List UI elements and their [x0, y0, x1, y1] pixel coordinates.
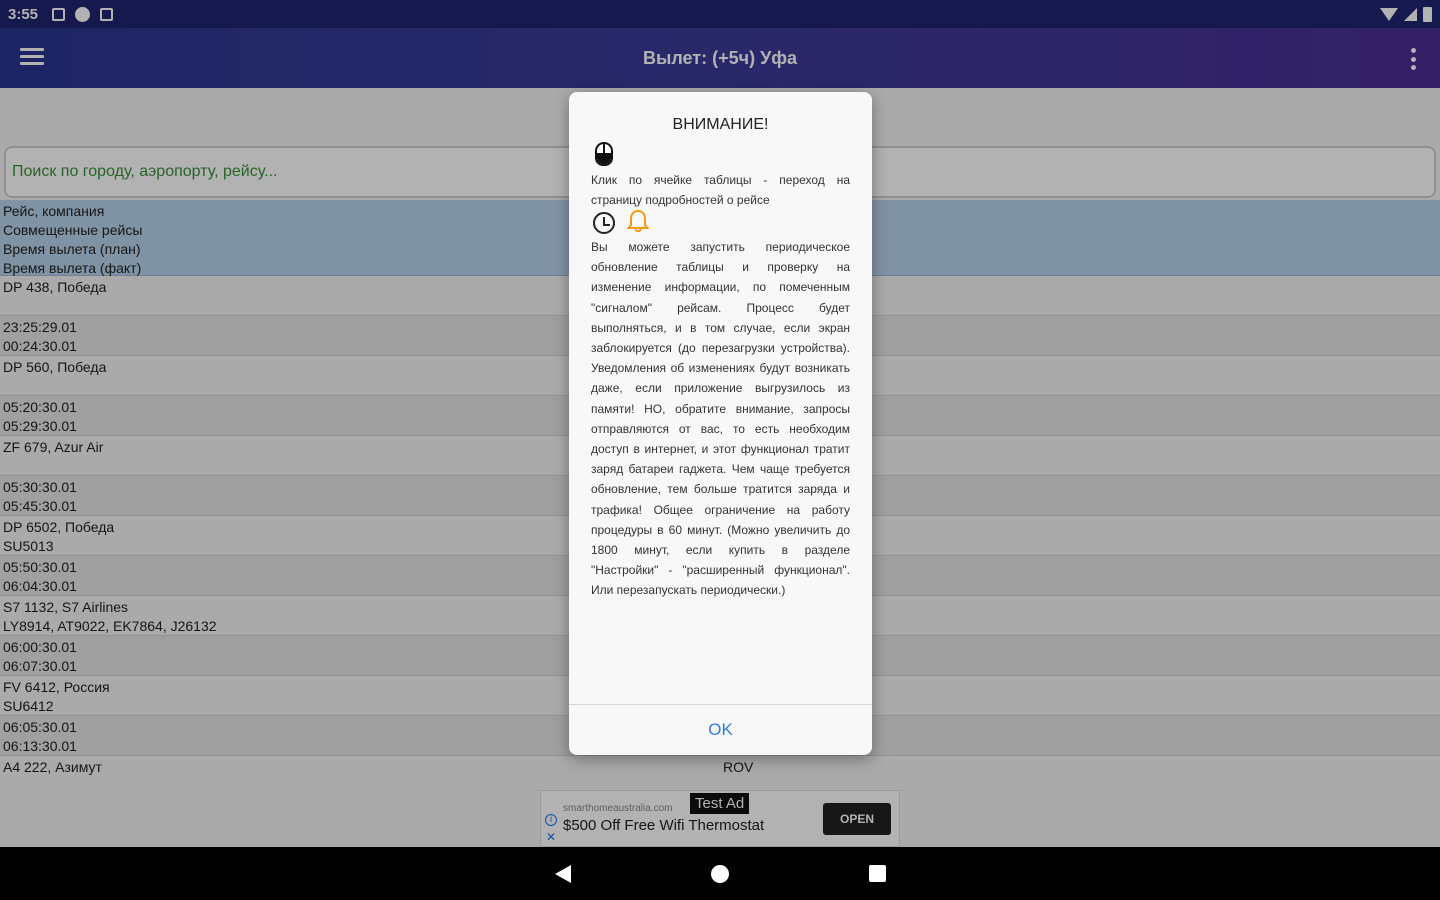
mouse-icon: [595, 142, 613, 166]
back-icon[interactable]: [554, 864, 571, 883]
dialog-title: ВНИМАНИЕ!: [672, 116, 769, 133]
screen: 3:55 Вылет: (+5ч) Уфа ▦ ↻ ⚲ ☆ ▮ Рейс, ко…: [0, 0, 1440, 900]
home-icon[interactable]: [710, 864, 729, 883]
dialog-text-click-hint: Клик по ячейке таблицы - переход на стра…: [591, 173, 850, 208]
dialog-text-periodic-update: Вы можете запустить периодическое обновл…: [591, 240, 850, 598]
attention-dialog: ВНИМАНИЕ! Клик по ячейке таблицы - перех…: [569, 92, 872, 755]
history-icon: [593, 212, 615, 234]
ok-button[interactable]: OK: [569, 705, 872, 755]
recent-apps-icon[interactable]: [868, 865, 886, 882]
system-nav-bar: [0, 847, 1440, 900]
bell-icon: [626, 209, 650, 233]
